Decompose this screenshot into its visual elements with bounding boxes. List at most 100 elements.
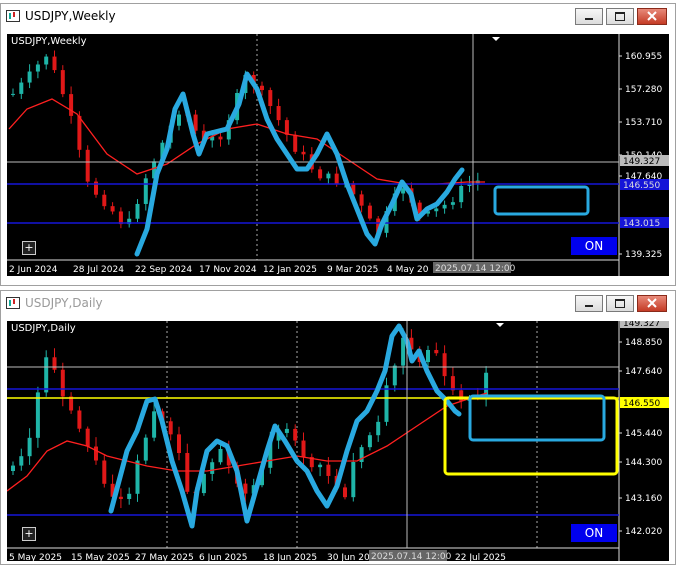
price-tick-label: 139.325 <box>625 250 662 260</box>
target-zone-box <box>493 185 590 216</box>
scroll-marker-icon <box>492 37 500 41</box>
candle-body <box>152 411 157 438</box>
chart-window-icon <box>6 297 20 309</box>
candle-body <box>450 202 455 205</box>
price-tick-label: 149.327 <box>623 157 660 167</box>
candle-body <box>35 392 40 438</box>
candle-body <box>367 205 372 219</box>
candle-body <box>77 115 82 150</box>
candle-body <box>85 149 90 182</box>
candle-body <box>260 85 264 91</box>
candle-body <box>135 460 140 494</box>
candle-body <box>168 421 173 435</box>
candle-body <box>19 82 24 94</box>
candle-body <box>218 136 223 140</box>
close-button[interactable] <box>637 8 667 25</box>
candle-body <box>118 496 123 499</box>
candle-body <box>110 206 115 212</box>
maximize-button[interactable] <box>606 295 634 312</box>
candle-body <box>334 173 339 184</box>
price-tick-label: 148.850 <box>625 338 662 348</box>
date-tick-label: 18 Jun 2025 <box>263 553 317 561</box>
candle-body <box>143 437 148 461</box>
candle-body <box>326 464 331 476</box>
date-tick-label: 22 Sep 2024 <box>135 265 192 275</box>
candle-body <box>77 410 82 429</box>
candle-body <box>52 56 57 71</box>
crosshair-date-label: 2025.07.14 12:00 <box>435 264 516 274</box>
candle-body <box>44 56 49 65</box>
candle-body <box>177 434 181 454</box>
candle-body <box>69 94 74 116</box>
close-icon <box>647 11 657 21</box>
candle-body <box>376 421 381 436</box>
candle-body <box>301 440 306 458</box>
date-tick-label: 6 Jun 2025 <box>199 553 247 561</box>
weekly-window-title: USDJPY,Weekly <box>25 9 116 23</box>
date-tick-label: 17 Nov 2024 <box>199 265 257 275</box>
candle-body <box>434 349 439 354</box>
candle-body <box>434 208 439 212</box>
candle-body <box>185 453 190 492</box>
candle-body <box>450 376 455 391</box>
candle-body <box>60 369 65 397</box>
daily-window-titlebar[interactable]: USDJPY,Daily <box>1 291 675 317</box>
candle-body <box>243 483 248 494</box>
candle-body <box>177 114 181 126</box>
price-tick-label: 157.280 <box>625 85 662 95</box>
candle-body <box>27 437 32 457</box>
weekly-price-chart[interactable]: 160.955157.280153.710150.140149.327147.6… <box>7 34 669 276</box>
candle-body <box>268 90 273 107</box>
price-tick-label: 153.710 <box>625 118 662 128</box>
candle-body <box>218 448 223 463</box>
date-tick-label: 22 Jul 2025 <box>455 553 506 561</box>
candle-body <box>210 462 215 474</box>
candle-body <box>442 353 447 377</box>
date-tick-label: 4 May 20 <box>387 265 429 275</box>
price-tick-label: 160.955 <box>625 52 662 62</box>
candle-body <box>11 465 15 471</box>
price-tick-label: 146.550 <box>623 399 660 409</box>
weekly-chart-window[interactable]: USDJPY,Weekly 160.955157.280153.710150.1… <box>0 3 676 286</box>
price-tick-label: 143.160 <box>625 494 662 504</box>
candle-body <box>351 462 356 498</box>
candle-body <box>127 493 132 499</box>
date-tick-label: 9 Mar 2025 <box>327 265 378 275</box>
close-button[interactable] <box>637 295 667 312</box>
daily-chart-window[interactable]: USDJPY,Daily 149.327 148.850 147.640 146.55… <box>0 290 676 565</box>
maximize-button[interactable] <box>606 8 634 25</box>
candle-body <box>359 194 364 206</box>
candle-body <box>367 435 372 448</box>
weekly-on-badge[interactable]: ON <box>571 237 617 255</box>
maximize-icon <box>615 12 625 21</box>
daily-plus-button[interactable]: + <box>22 527 36 541</box>
maximize-icon <box>615 299 625 308</box>
candle-body <box>293 134 298 152</box>
candle-body <box>284 120 289 135</box>
price-tick-label: 145.440 <box>625 429 662 439</box>
candle-body <box>11 93 15 95</box>
price-tick-label: 149.327 <box>623 321 660 329</box>
weekly-chart-canvas[interactable]: 160.955157.280153.710150.140149.327147.6… <box>7 34 669 276</box>
weekly-window-titlebar[interactable]: USDJPY,Weekly <box>1 4 675 30</box>
candle-body <box>52 357 57 370</box>
candle-body <box>459 186 464 203</box>
candle-body <box>102 460 107 484</box>
candle-body <box>343 487 347 498</box>
minimize-icon <box>585 18 593 20</box>
weekly-plus-button[interactable]: + <box>22 241 36 255</box>
date-tick-label: 15 May 2025 <box>71 553 130 561</box>
price-tick-label: 146.550 <box>623 181 660 191</box>
daily-on-badge[interactable]: ON <box>571 524 617 542</box>
minimize-button[interactable] <box>575 8 603 25</box>
candle-body <box>94 446 98 461</box>
date-tick-label: 27 May 2025 <box>135 553 194 561</box>
weekly-symbol-label: USDJPY,Weekly <box>11 36 87 47</box>
daily-chart-canvas[interactable]: 149.327 148.850 147.640 146.550 145.440 144.3… <box>7 321 669 561</box>
daily-price-chart[interactable]: 149.327 148.850 147.640 146.550 145.440 144.3… <box>7 321 669 561</box>
price-tick-label: 147.640 <box>625 367 662 377</box>
candle-body <box>27 71 32 83</box>
date-tick-label: 2 Jun 2024 <box>9 265 58 275</box>
minimize-button[interactable] <box>575 295 603 312</box>
date-tick-label: 12 Jan 2025 <box>263 265 317 275</box>
